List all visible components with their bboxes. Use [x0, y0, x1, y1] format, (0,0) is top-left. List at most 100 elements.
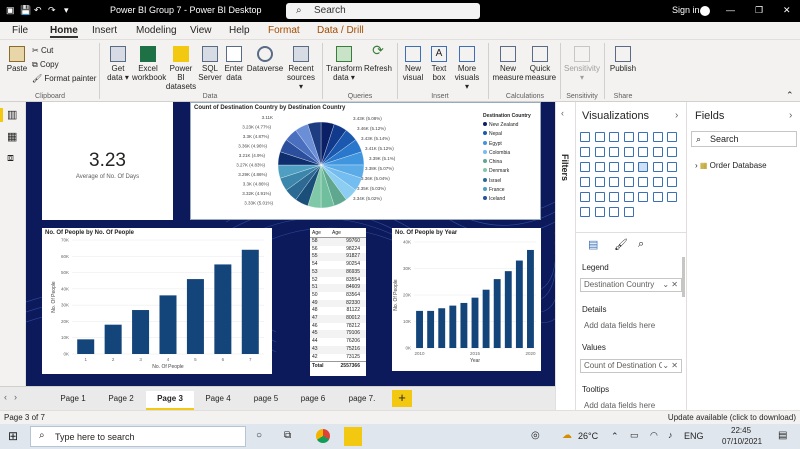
age-table[interactable]: Age Age 58 99760 56 98224 55 91827 54 90254 53 8693… — [310, 228, 366, 370]
sql-server-button[interactable]: SQL Server — [198, 46, 222, 82]
visual-type-icon[interactable] — [638, 192, 648, 202]
data-view-icon[interactable]: ▦ — [7, 130, 17, 143]
visual-type-icon[interactable] — [652, 147, 663, 157]
visual-type-icon[interactable] — [623, 132, 634, 142]
new-measure-button[interactable]: New measure — [492, 46, 524, 82]
power-bi-datasets-button[interactable]: Power BI datasets — [165, 46, 197, 91]
visual-type-icon[interactable] — [609, 207, 619, 217]
legend-item[interactable]: Iceland — [483, 195, 518, 204]
pie-chart-card[interactable]: Count of Destination Country by Destinat… — [190, 102, 541, 220]
text-box-button[interactable]: A Text box — [428, 46, 450, 82]
visual-type-icon[interactable] — [594, 192, 605, 202]
visual-type-icon[interactable] — [580, 147, 590, 157]
chevron-left-icon[interactable]: ‹ — [4, 392, 7, 402]
menu-file[interactable]: File — [12, 25, 28, 36]
chevron-up-icon[interactable]: ⌃ — [611, 431, 619, 442]
enter-data-button[interactable]: Enter data — [223, 46, 245, 82]
menu-home[interactable]: Home — [50, 25, 78, 38]
visual-type-icon[interactable] — [580, 207, 590, 217]
bar-chart-year-card[interactable]: No. Of People by Year 0K 10K 20K 30K 40K 2010… — [392, 228, 541, 371]
table-row[interactable]: 55 91827 — [310, 253, 366, 262]
table-row[interactable]: 50 83564 — [310, 291, 366, 300]
legend-item[interactable]: France — [483, 186, 518, 195]
menu-data-drill[interactable]: Data / Drill — [317, 25, 364, 36]
language-indicator[interactable]: ENG — [684, 431, 704, 441]
table-row[interactable]: 53 86935 — [310, 268, 366, 277]
visual-type-icon[interactable] — [594, 177, 605, 187]
sensitivity-button[interactable]: Sensitivity ▾ — [563, 46, 601, 82]
weather-temp[interactable]: 26°C — [578, 431, 598, 441]
filters-label[interactable]: Filters — [560, 154, 570, 181]
recent-sources-button[interactable]: Recent sources ▾ — [285, 46, 317, 91]
save-icon[interactable]: 💾 — [20, 5, 31, 16]
page-tab[interactable]: page 6 — [290, 391, 336, 411]
legend-item[interactable]: New Zealand — [483, 121, 518, 130]
visual-type-icon[interactable] — [580, 177, 590, 187]
visual-type-icon[interactable] — [623, 147, 634, 157]
legend-field[interactable]: Destination Country ⌄ ✕ — [580, 278, 682, 292]
table-order-database[interactable]: › ▦ Order Database — [695, 161, 767, 170]
column-header[interactable]: Age — [332, 230, 360, 236]
avatar[interactable] — [700, 6, 710, 16]
close-icon[interactable]: ✕ — [783, 5, 791, 16]
visual-type-icon[interactable] — [623, 162, 634, 172]
cut-button[interactable]: ✂ Cut — [32, 46, 53, 55]
remove-field-icon[interactable]: ⌄ ✕ — [662, 279, 678, 291]
visual-type-icon[interactable] — [667, 162, 677, 172]
table-row[interactable]: 49 82330 — [310, 299, 366, 308]
visual-type-icon[interactable] — [609, 162, 619, 172]
visual-type-icon[interactable] — [638, 147, 648, 157]
visual-type-icon[interactable] — [594, 207, 605, 217]
new-visual-button[interactable]: New visual — [400, 46, 426, 82]
search-box[interactable]: ⌕ Search — [286, 3, 480, 19]
visual-type-icon[interactable] — [667, 147, 677, 157]
chevron-left-icon[interactable]: ‹ — [561, 108, 564, 118]
visual-type-icon[interactable] — [667, 177, 677, 187]
page-tab[interactable]: page 5 — [242, 391, 290, 411]
clock-date[interactable]: 07/10/2021 — [722, 437, 762, 446]
table-row[interactable]: 54 90254 — [310, 261, 366, 269]
quick-measure-button[interactable]: Quick measure — [525, 46, 556, 82]
visual-type-icon[interactable] — [580, 132, 590, 142]
visual-type-icon[interactable] — [652, 132, 663, 142]
sign-in-link[interactable]: Sign in — [672, 5, 700, 15]
table-row[interactable]: 44 76206 — [310, 338, 366, 346]
scrollbar[interactable] — [682, 257, 685, 297]
visual-type-icon[interactable] — [623, 192, 634, 202]
legend-item[interactable]: Denmark — [483, 167, 518, 176]
visual-type-icon[interactable] — [623, 207, 634, 217]
tooltips-drop-zone[interactable]: Add data fields here — [584, 401, 655, 410]
visual-type-icon[interactable] — [623, 177, 634, 187]
menu-view[interactable]: View — [190, 25, 212, 36]
table-row[interactable]: 45 79106 — [310, 330, 366, 339]
visual-type-icon[interactable] — [667, 132, 677, 142]
report-view-icon[interactable]: ▥ — [7, 108, 17, 121]
laptop-icon[interactable]: ▭ — [630, 430, 639, 441]
more-visuals-button[interactable]: More visuals ▾ — [452, 46, 482, 91]
visual-type-icon[interactable] — [594, 162, 605, 172]
legend-item[interactable]: Egypt — [483, 140, 518, 149]
windows-start-icon[interactable]: ⊞ — [8, 429, 18, 443]
model-view-icon[interactable]: ⧈ — [7, 152, 14, 165]
legend-item[interactable]: Israel — [483, 177, 518, 186]
bar-chart-people-card[interactable]: No. Of People by No. Of People 0K 10K 20K 3… — [42, 228, 272, 374]
legend-item[interactable]: Nepal — [483, 130, 518, 139]
legend-item[interactable]: Colombia — [483, 149, 518, 158]
visual-type-icon[interactable] — [609, 177, 619, 187]
taskbar-search[interactable]: ⌕ Type here to search — [30, 426, 246, 447]
chevron-right-icon[interactable]: › — [675, 110, 678, 121]
copy-button[interactable]: ⧉ Copy — [32, 60, 59, 69]
table-row[interactable]: 52 83554 — [310, 276, 366, 285]
table-row[interactable]: 51 84609 — [310, 284, 366, 292]
menu-insert[interactable]: Insert — [92, 25, 117, 36]
bar-chart-people[interactable]: 0K10K20K30K40K50K60K70K1 2 3 4 5 6 7No. Of Peo… — [42, 228, 272, 374]
menu-format[interactable]: Format — [268, 25, 300, 36]
paste-button[interactable]: Paste — [4, 46, 30, 73]
refresh-button[interactable]: ⟳ Refresh — [363, 43, 393, 73]
remove-field-icon[interactable]: ⌄ ✕ — [662, 360, 678, 372]
redo-icon[interactable]: ↷ — [48, 5, 56, 16]
details-drop-zone[interactable]: Add data fields here — [584, 321, 655, 330]
undo-icon[interactable]: ↶ — [34, 5, 42, 16]
visual-type-icon[interactable] — [609, 147, 619, 157]
page-tab[interactable]: Page 3 — [146, 391, 194, 411]
